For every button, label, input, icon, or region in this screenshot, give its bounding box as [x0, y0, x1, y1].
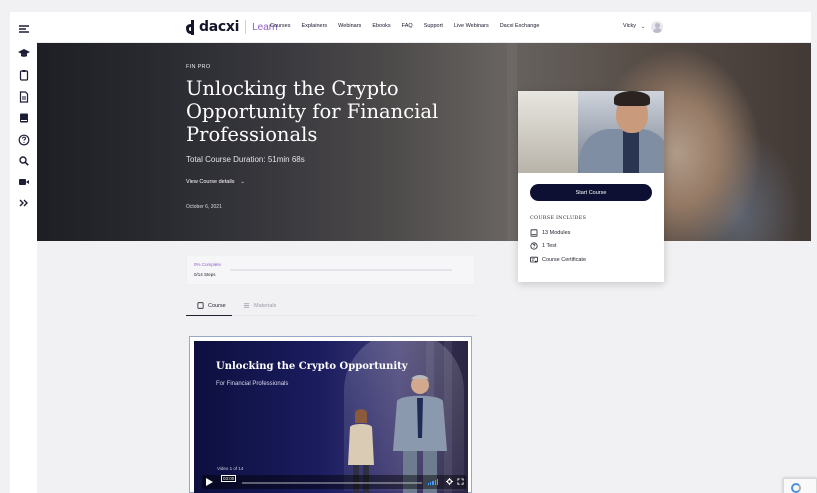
top-navigation-bar: dacxi Learn Courses Explainers Webinars … [37, 12, 811, 43]
includes-test: 1 Test [530, 242, 557, 250]
nav-live-webinars[interactable]: Live Webinars [454, 23, 489, 29]
active-tab-indicator [186, 314, 232, 316]
course-card: Start Course COURSE INCLUDES 13 Modules … [518, 91, 664, 282]
video-icon[interactable] [17, 175, 30, 188]
nav-webinars[interactable]: Webinars [338, 23, 361, 29]
tab-course[interactable]: Course [197, 302, 226, 309]
sidebar [10, 12, 37, 493]
document-icon[interactable] [17, 90, 30, 103]
chevron-down-icon: ⌄ [240, 179, 245, 185]
clipboard-icon[interactable] [17, 68, 30, 81]
search-icon[interactable] [17, 154, 30, 167]
video-time: 03:00 [221, 475, 237, 482]
logo-wordmark: dacxi [199, 19, 240, 35]
details-label: View Course details [186, 179, 235, 185]
modules-label: 13 Modules [542, 230, 571, 236]
view-course-details-link[interactable]: View Course details ⌄ [186, 179, 245, 185]
main-nav: Courses Explainers Webinars Ebooks FAQ S… [270, 23, 550, 29]
video-scrubber[interactable] [242, 482, 422, 484]
nav-ebooks[interactable]: Ebooks [372, 23, 390, 29]
logo-divider [245, 20, 247, 34]
dacxi-mark-icon [186, 19, 194, 35]
book-icon [197, 302, 204, 309]
recaptcha-badge[interactable] [783, 478, 817, 493]
left-gutter [0, 0, 10, 493]
video-title: Unlocking the Crypto Opportunity [216, 361, 408, 372]
progress-bar [230, 269, 452, 271]
avatar[interactable] [651, 21, 663, 33]
video-player-frame: Unlocking the Crypto Opportunity For Fin… [189, 336, 472, 493]
start-course-button[interactable]: Start Course [530, 184, 652, 201]
course-category: FIN PRO [186, 64, 211, 70]
course-title: Unlocking the Crypto Opportunity for Fin… [186, 77, 439, 146]
course-hero: FIN PRO Unlocking the Crypto Opportunity… [37, 43, 811, 241]
tab-materials-label: Materials [254, 302, 277, 309]
nav-dacxi-exchange[interactable]: Dacxi Exchange [500, 23, 540, 29]
expand-icon[interactable] [17, 196, 30, 209]
fullscreen-icon[interactable] [457, 478, 464, 485]
tab-course-label: Course [208, 302, 226, 309]
dacxi-logo[interactable]: dacxi Learn [186, 18, 278, 36]
course-includes-heading: COURSE INCLUDES [530, 215, 587, 221]
progress-percent: 0% Complete [194, 262, 222, 267]
tab-materials[interactable]: Materials [243, 302, 276, 309]
course-date: October 6, 2021 [186, 204, 222, 210]
video-subtitle: For Financial Professionals [216, 381, 289, 387]
list-icon [243, 303, 250, 308]
nav-faq[interactable]: FAQ [402, 23, 413, 29]
gear-icon[interactable] [446, 478, 453, 485]
volume-icon[interactable] [428, 479, 438, 485]
recaptcha-icon [791, 483, 801, 493]
video-player[interactable]: Unlocking the Crypto Opportunity For Fin… [194, 341, 468, 493]
video-controls: 03:00 [202, 475, 466, 489]
includes-certificate: Course Certificate [530, 256, 586, 264]
menu-icon[interactable] [17, 22, 30, 35]
play-icon[interactable] [206, 478, 213, 486]
includes-modules: 13 Modules [530, 229, 570, 237]
content-tabs: Course Materials [186, 298, 476, 316]
course-thumbnail [518, 91, 664, 173]
book-icon[interactable] [17, 111, 30, 124]
book-icon [530, 229, 538, 237]
video-counter: Video 1 of 14 [217, 466, 244, 471]
certificate-label: Course Certificate [542, 257, 587, 263]
page: dacxi Learn Courses Explainers Webinars … [0, 0, 817, 493]
graduation-cap-icon[interactable] [17, 46, 30, 59]
nav-explainers[interactable]: Explainers [301, 23, 327, 29]
nav-courses[interactable]: Courses [270, 23, 290, 29]
test-label: 1 Test [542, 243, 557, 249]
nav-support[interactable]: Support [424, 23, 443, 29]
help-icon[interactable] [17, 133, 30, 146]
chevron-down-icon[interactable]: ⌄ [641, 24, 645, 30]
course-duration: Total Course Duration: 51min 68s [186, 155, 305, 164]
certificate-icon [530, 256, 538, 263]
course-progress: 0% Complete 0/14 Steps [186, 255, 475, 285]
progress-steps: 0/14 Steps [194, 272, 216, 277]
user-name[interactable]: Vicky [623, 23, 636, 29]
question-icon [530, 242, 538, 250]
